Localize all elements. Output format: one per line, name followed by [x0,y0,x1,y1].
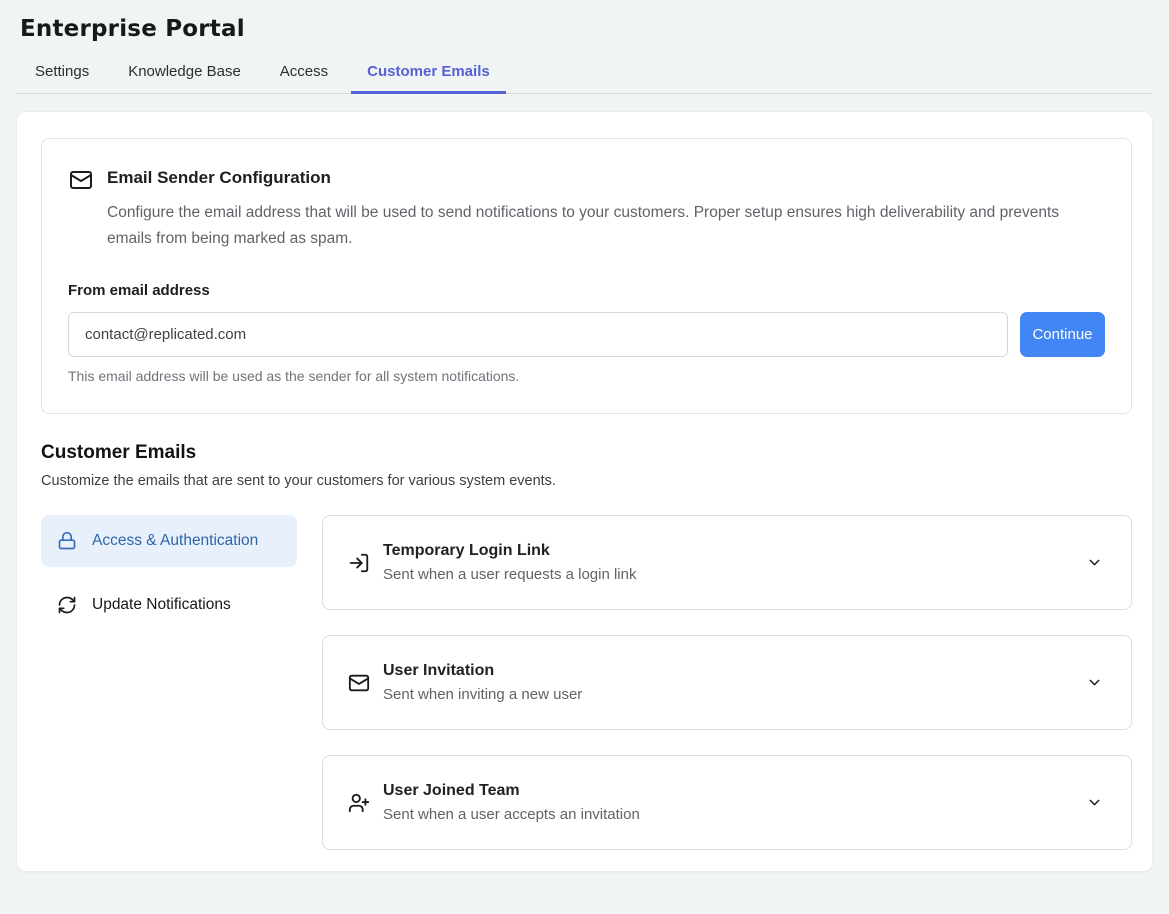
sidebar-item-label: Update Notifications [92,592,231,618]
template-title: Temporary Login Link [383,542,636,560]
page-title: Enterprise Portal [20,16,1169,42]
tab-access[interactable]: Access [264,55,344,94]
sidebar-item-update-notifications[interactable]: Update Notifications [41,579,297,631]
template-card-temporary-login-link[interactable]: Temporary Login Link Sent when a user re… [322,515,1132,610]
chevron-down-icon[interactable] [1086,794,1103,811]
from-email-input[interactable] [68,312,1008,357]
email-template-list: Temporary Login Link Sent when a user re… [322,515,1132,850]
sender-card-description: Configure the email address that will be… [107,200,1097,252]
template-card-user-joined-team[interactable]: User Joined Team Sent when a user accept… [322,755,1132,850]
lock-icon [57,531,77,551]
sidebar-item-access-authentication[interactable]: Access & Authentication [41,515,297,567]
from-email-helper-text: This email address will be used as the s… [68,368,1105,384]
template-subtitle: Sent when a user requests a login link [383,566,636,583]
template-card-user-invitation[interactable]: User Invitation Sent when inviting a new… [322,635,1132,730]
template-subtitle: Sent when inviting a new user [383,686,582,703]
login-icon [348,552,370,574]
template-title: User Invitation [383,662,582,680]
customer-emails-description: Customize the emails that are sent to yo… [41,473,1132,489]
refresh-icon [57,595,77,615]
email-category-sidebar: Access & Authentication Update Notificat… [41,515,297,631]
mail-icon [68,168,94,192]
mail-icon [348,672,370,694]
sidebar-item-label: Access & Authentication [92,528,258,554]
tab-customer-emails[interactable]: Customer Emails [351,55,506,94]
main-panel: Email Sender Configuration Configure the… [16,111,1153,872]
tab-knowledge-base[interactable]: Knowledge Base [112,55,257,94]
template-title: User Joined Team [383,782,640,800]
chevron-down-icon[interactable] [1086,554,1103,571]
tab-settings[interactable]: Settings [19,55,105,94]
from-email-label: From email address [68,282,1105,299]
user-plus-icon [348,792,370,814]
tab-bar: Settings Knowledge Base Access Customer … [16,42,1153,94]
chevron-down-icon[interactable] [1086,674,1103,691]
email-sender-configuration-card: Email Sender Configuration Configure the… [41,138,1132,414]
customer-emails-heading: Customer Emails [41,442,1132,464]
sender-card-title: Email Sender Configuration [107,167,331,188]
continue-button[interactable]: Continue [1020,312,1105,357]
template-subtitle: Sent when a user accepts an invitation [383,806,640,823]
